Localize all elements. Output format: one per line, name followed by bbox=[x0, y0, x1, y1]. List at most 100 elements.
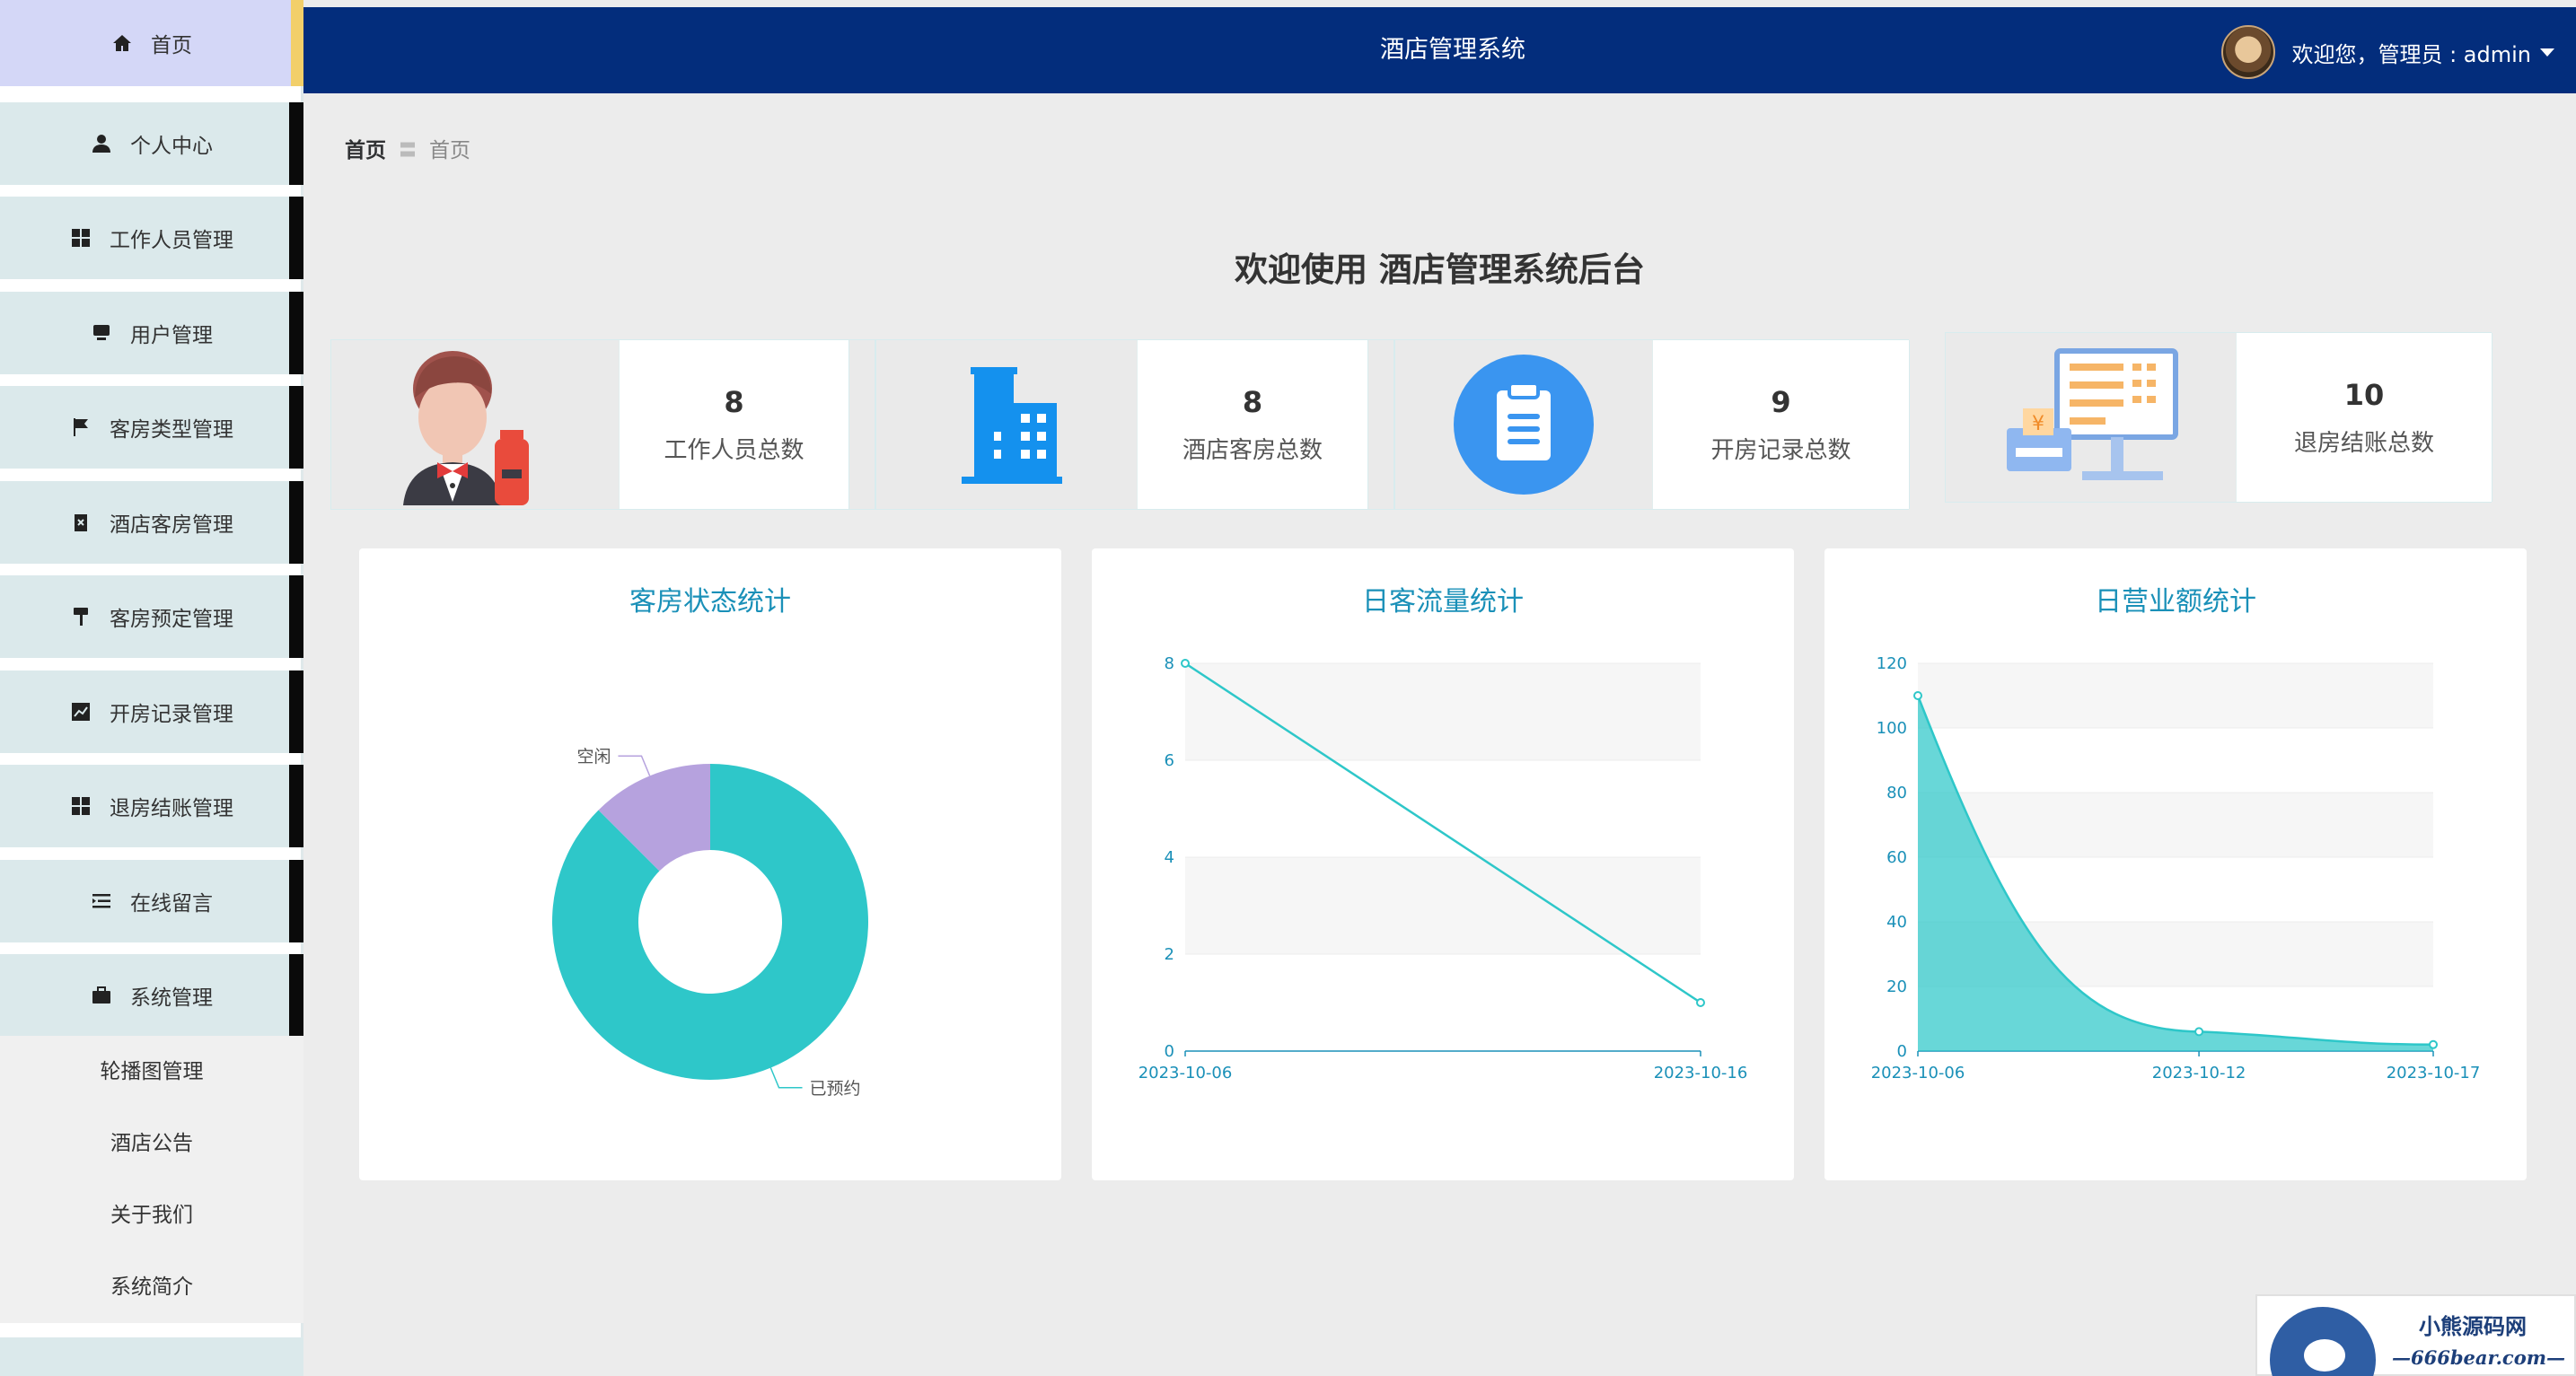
stat-label: 退房结账总数 bbox=[2293, 429, 2434, 457]
sidebar-item-label: 用户管理 bbox=[130, 324, 213, 347]
stat-card-rooms: 8 酒店客房总数 bbox=[875, 339, 1394, 510]
home-icon bbox=[111, 32, 133, 54]
stat-info: 8 工作人员总数 bbox=[619, 340, 849, 509]
sidebar-item-label: 客房预定管理 bbox=[110, 608, 233, 631]
pie-label: 空闲 bbox=[576, 747, 611, 767]
submenu-item-system-intro[interactable]: 系统简介 bbox=[0, 1251, 303, 1323]
submenu-item-carousel[interactable]: 轮播图管理 bbox=[0, 1036, 303, 1108]
daily-traffic-chart-panel: 日客流量统计 0 2 4 6 8 2023-10-06 2023-10-16 bbox=[1092, 548, 1794, 1180]
line-chart-icon bbox=[70, 701, 92, 723]
stat-label: 工作人员总数 bbox=[664, 436, 804, 464]
stat-value: 9 bbox=[1771, 384, 1791, 419]
flag-icon bbox=[70, 416, 92, 438]
data-point bbox=[2194, 1027, 2204, 1037]
submenu-item-announcements[interactable]: 酒店公告 bbox=[0, 1108, 303, 1179]
sidebar-item-users[interactable]: 用户管理 bbox=[0, 292, 303, 374]
sidebar-item-label: 退房结账管理 bbox=[110, 797, 233, 820]
svg-text:¥: ¥ bbox=[2032, 413, 2044, 435]
sidebar-item-staff[interactable]: 工作人员管理 bbox=[0, 197, 303, 279]
stat-card-checkins: 9 开房记录总数 bbox=[1394, 339, 1910, 510]
waiter-icon bbox=[331, 340, 619, 509]
pie-label-line bbox=[769, 1067, 803, 1089]
x-tick-label: 2023-10-17 bbox=[2387, 1064, 2481, 1082]
y-tick-label: 4 bbox=[1165, 848, 1174, 867]
sidebar-item-label: 首页 bbox=[151, 34, 192, 57]
daily-revenue-chart-panel: 日营业额统计 0 20 40 60 80 100 120 2023-10-06 2023-10-… bbox=[1824, 548, 2527, 1180]
bear-logo-icon bbox=[2270, 1307, 2376, 1376]
room-status-chart-panel: 客房状态统计 已预约 空闲 bbox=[359, 548, 1061, 1180]
sidebar-item-home[interactable]: 首页 bbox=[0, 0, 303, 86]
grid-band bbox=[1918, 663, 2433, 728]
y-tick-label: 8 bbox=[1165, 654, 1174, 673]
y-tick-label: 80 bbox=[1886, 784, 1907, 802]
x-tick-label: 2023-10-06 bbox=[1139, 1064, 1233, 1082]
avatar[interactable] bbox=[2221, 25, 2276, 79]
list-indent-icon bbox=[91, 890, 112, 912]
y-tick-label: 120 bbox=[1877, 654, 1907, 673]
sidebar-item-label: 在线留言 bbox=[130, 892, 213, 916]
sidebar-item-checkin-records[interactable]: 开房记录管理 bbox=[0, 670, 303, 753]
sidebar-item-personal-center[interactable]: 个人中心 bbox=[0, 102, 303, 185]
watermark-name: 小熊源码网 bbox=[2419, 1313, 2527, 1339]
briefcase-icon bbox=[91, 985, 112, 1006]
stat-label: 开房记录总数 bbox=[1710, 436, 1851, 464]
stat-label: 酒店客房总数 bbox=[1182, 436, 1323, 464]
monitor-icon bbox=[91, 322, 112, 344]
stat-value: 8 bbox=[724, 384, 744, 419]
y-tick-label: 6 bbox=[1165, 751, 1174, 770]
data-point bbox=[2429, 1039, 2438, 1049]
grid-band bbox=[1185, 857, 1701, 954]
sidebar-item-label: 客房类型管理 bbox=[110, 418, 233, 442]
sidebar-item-label: 工作人员管理 bbox=[110, 229, 233, 252]
stat-card-staff: 8 工作人员总数 bbox=[330, 339, 875, 510]
user-icon bbox=[91, 133, 112, 154]
grid-band bbox=[1185, 663, 1701, 760]
breadcrumb-home[interactable]: 首页 bbox=[345, 133, 386, 163]
clipboard-x-icon bbox=[70, 512, 92, 533]
user-role-text: 管理员 : admin bbox=[2378, 41, 2531, 67]
paint-roller-icon bbox=[70, 606, 92, 627]
x-tick-label: 2023-10-12 bbox=[2152, 1064, 2246, 1082]
sidebar: 首页 个人中心 工作人员管理 用户管理 客房类型管理 酒店客房管理 客房预定管理… bbox=[0, 0, 303, 1376]
top-header: 酒店管理系统 欢迎您， 管理员 : admin bbox=[303, 7, 2576, 93]
stat-value: 8 bbox=[1242, 384, 1263, 419]
x-tick-label: 2023-10-16 bbox=[1654, 1064, 1748, 1082]
stat-info: 9 开房记录总数 bbox=[1652, 340, 1910, 509]
caret-down-icon[interactable] bbox=[2540, 48, 2554, 57]
greeting-text: 欢迎您， bbox=[2291, 41, 2378, 67]
sidebar-item-rooms[interactable]: 酒店客房管理 bbox=[0, 481, 303, 564]
submenu-item-about-us[interactable]: 关于我们 bbox=[0, 1179, 303, 1251]
room-status-chart[interactable]: 已预约 空闲 bbox=[359, 548, 1061, 1180]
welcome-title: 欢迎使用 酒店管理系统后台 bbox=[1235, 250, 1645, 289]
sidebar-item-system[interactable]: 系统管理 bbox=[0, 954, 303, 1037]
sidebar-item-reservations[interactable]: 客房预定管理 bbox=[0, 575, 303, 658]
sidebar-item-label: 开房记录管理 bbox=[110, 703, 233, 726]
x-tick-label: 2023-10-06 bbox=[1871, 1064, 1965, 1082]
sidebar-item-label: 系统管理 bbox=[130, 986, 213, 1010]
grid-icon bbox=[70, 795, 92, 817]
sidebar-item-messages[interactable]: 在线留言 bbox=[0, 860, 303, 942]
pie-label-line bbox=[618, 755, 651, 776]
grid-band bbox=[1918, 793, 2433, 857]
daily-traffic-chart[interactable]: 0 2 4 6 8 2023-10-06 2023-10-16 bbox=[1092, 548, 1794, 1180]
watermark-url: —666bear.com— bbox=[2392, 1346, 2565, 1369]
sidebar-item-room-types[interactable]: 客房类型管理 bbox=[0, 386, 303, 469]
pie-label: 已预约 bbox=[810, 1079, 861, 1099]
sidebar-item-checkout[interactable]: 退房结账管理 bbox=[0, 765, 303, 847]
y-tick-label: 2 bbox=[1165, 945, 1174, 964]
cash-register-icon: ¥ bbox=[1946, 333, 2236, 502]
sidebar-item-label: 酒店客房管理 bbox=[110, 513, 233, 537]
stat-card-checkouts: ¥ 10 退房结账总数 bbox=[1945, 332, 2492, 503]
y-tick-label: 60 bbox=[1886, 848, 1907, 867]
data-point bbox=[1181, 659, 1190, 668]
breadcrumb: 首页 〓 首页 bbox=[345, 133, 470, 163]
y-tick-label: 100 bbox=[1877, 719, 1907, 738]
user-menu[interactable]: 欢迎您， 管理员 : admin bbox=[2221, 25, 2554, 79]
breadcrumb-current: 首页 bbox=[429, 139, 470, 162]
daily-revenue-chart[interactable]: 0 20 40 60 80 100 120 2023-10-06 2023-10-12 2023-… bbox=[1824, 548, 2527, 1180]
stat-value: 10 bbox=[2343, 377, 2385, 412]
data-point bbox=[1696, 998, 1705, 1007]
breadcrumb-separator: 〓 bbox=[399, 138, 417, 161]
sidebar-item-partial[interactable] bbox=[0, 1337, 303, 1376]
watermark-logo: 小熊源码网 —666bear.com— bbox=[2255, 1294, 2576, 1376]
